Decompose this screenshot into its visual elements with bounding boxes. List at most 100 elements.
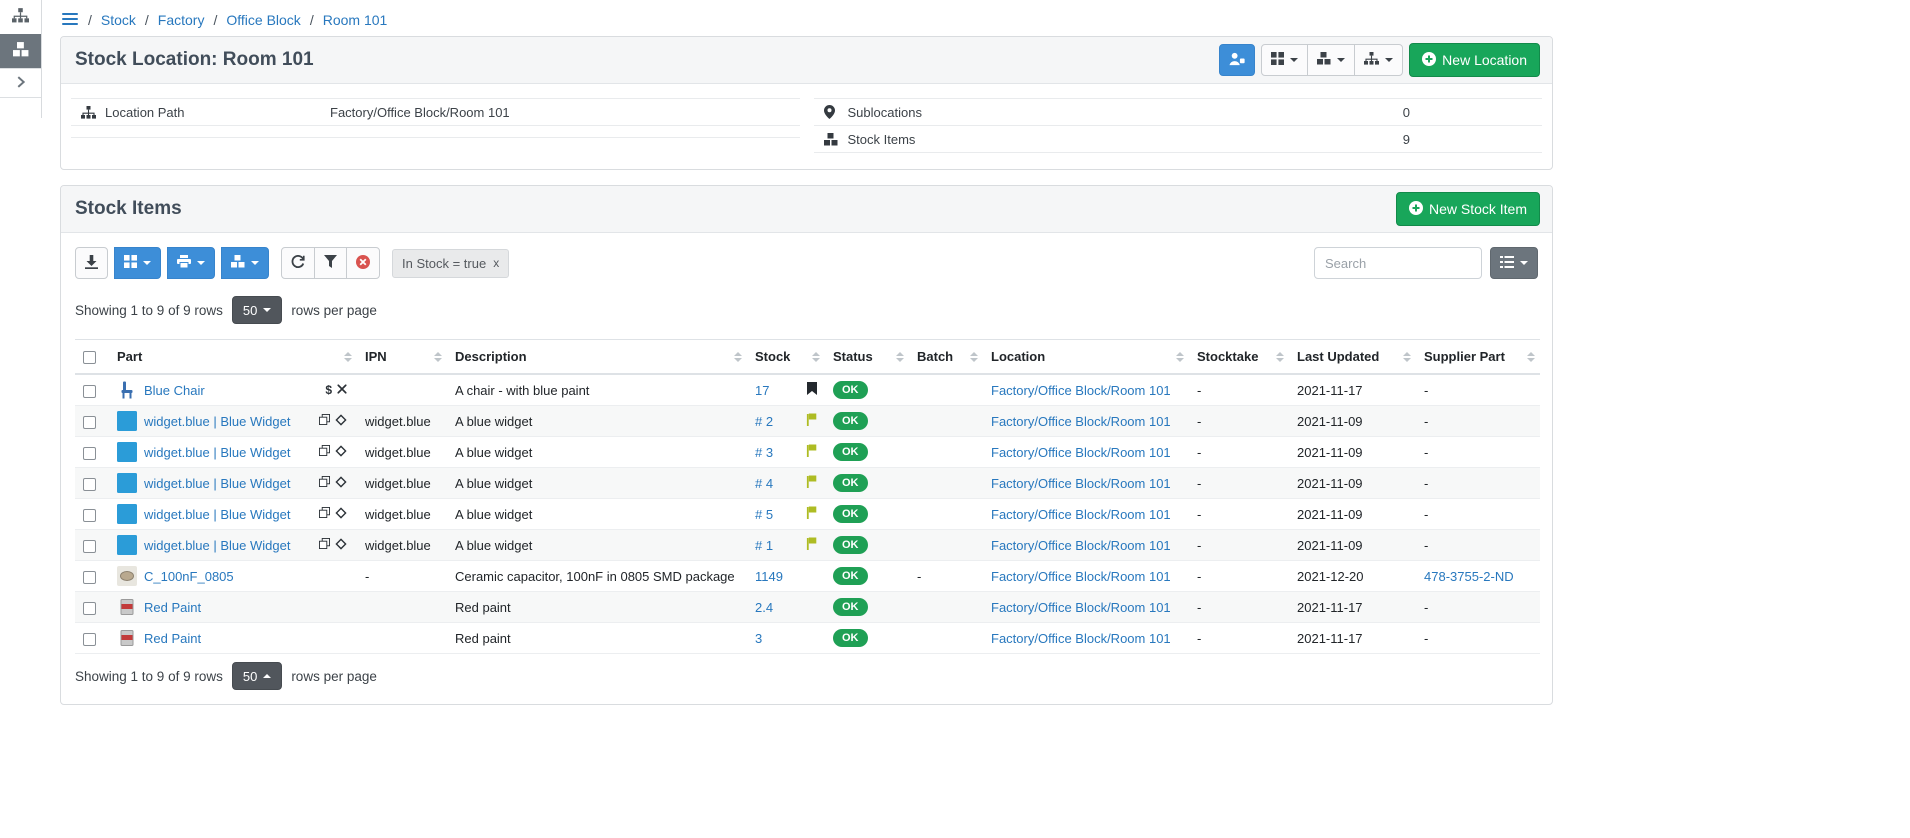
column-header-stock[interactable]: Stock — [747, 340, 825, 375]
breadcrumb-link[interactable]: Stock — [101, 12, 136, 28]
location-link[interactable]: Factory/Office Block/Room 101 — [991, 445, 1171, 460]
batch-cell — [909, 530, 983, 561]
part-thumbnail[interactable] — [117, 628, 137, 648]
stock-actions-button[interactable] — [1307, 44, 1355, 76]
part-thumbnail[interactable] — [117, 566, 137, 586]
search-input[interactable] — [1314, 247, 1482, 279]
copy-icon — [319, 414, 330, 428]
filter-button[interactable] — [314, 247, 347, 279]
row-checkbox[interactable] — [83, 447, 96, 460]
part-thumbnail[interactable] — [117, 411, 137, 431]
stock-link[interactable]: # 2 — [755, 414, 773, 429]
part-link[interactable]: widget.blue | Blue Widget — [144, 538, 290, 553]
stock-table-body: Blue Chair $ A chair - with blue paint 1… — [75, 374, 1540, 654]
location-link[interactable]: Factory/Office Block/Room 101 — [991, 383, 1171, 398]
part-link[interactable]: Red Paint — [144, 600, 201, 615]
page-size-dropdown[interactable]: 50 — [232, 296, 282, 324]
column-header-part[interactable]: Part — [109, 340, 357, 375]
breadcrumb-link[interactable]: Factory — [158, 12, 205, 28]
stock-link[interactable]: # 5 — [755, 507, 773, 522]
menu-toggle-button[interactable] — [62, 13, 78, 28]
admin-button[interactable] — [1219, 44, 1255, 76]
stock-link[interactable]: 17 — [755, 383, 769, 398]
supplier-cell[interactable]: 478-3755-2-ND — [1416, 561, 1540, 592]
location-link[interactable]: Factory/Office Block/Room 101 — [991, 569, 1171, 584]
copy-icon — [319, 507, 330, 521]
column-header-description[interactable]: Description — [447, 340, 747, 375]
stock-options-button[interactable] — [221, 247, 269, 279]
updated-cell: 2021-11-17 — [1289, 623, 1416, 654]
location-actions-button[interactable] — [1354, 44, 1403, 76]
column-label: Status — [833, 349, 873, 364]
column-header-ipn[interactable]: IPN — [357, 340, 447, 375]
part-link[interactable]: widget.blue | Blue Widget — [144, 414, 290, 429]
part-link[interactable]: widget.blue | Blue Widget — [144, 507, 290, 522]
column-header-status[interactable]: Status — [825, 340, 909, 375]
breadcrumb-separator: / — [310, 12, 314, 28]
barcode-actions-button[interactable] — [114, 247, 161, 279]
select-all-checkbox[interactable] — [83, 351, 96, 364]
part-thumbnail[interactable] — [117, 504, 137, 524]
part-thumbnail[interactable] — [117, 473, 137, 493]
page-size-dropdown[interactable]: 50 — [232, 662, 282, 690]
location-link[interactable]: Factory/Office Block/Room 101 — [991, 476, 1171, 491]
stock-link[interactable]: # 3 — [755, 445, 773, 460]
flag-icon — [806, 538, 817, 553]
sidebar-item-stock[interactable] — [0, 34, 41, 68]
stock-link[interactable]: 3 — [755, 631, 762, 646]
sort-icon — [434, 352, 442, 362]
part-thumbnail[interactable] — [117, 597, 137, 617]
part-link[interactable]: Red Paint — [144, 631, 201, 646]
updated-cell: 2021-12-20 — [1289, 561, 1416, 592]
new-stock-item-button[interactable]: New Stock Item — [1396, 192, 1540, 226]
flag-icon — [806, 414, 817, 429]
location-link[interactable]: Factory/Office Block/Room 101 — [991, 600, 1171, 615]
column-header-location[interactable]: Location — [983, 340, 1189, 375]
new-location-button[interactable]: New Location — [1409, 43, 1540, 77]
breadcrumb-link[interactable]: Office Block — [226, 12, 300, 28]
column-header-supplier-part[interactable]: Supplier Part — [1416, 340, 1540, 375]
filter-chip[interactable]: In Stock = true x — [392, 249, 509, 278]
row-checkbox[interactable] — [83, 385, 96, 398]
location-link[interactable]: Factory/Office Block/Room 101 — [991, 414, 1171, 429]
breadcrumb-link[interactable]: Room 101 — [323, 12, 388, 28]
part-thumbnail[interactable] — [117, 442, 137, 462]
stock-link[interactable]: 2.4 — [755, 600, 773, 615]
stock-link[interactable]: 1149 — [755, 569, 783, 584]
stock-link[interactable]: # 1 — [755, 538, 773, 553]
filter-chip-remove[interactable]: x — [493, 256, 499, 270]
location-link[interactable]: Factory/Office Block/Room 101 — [991, 507, 1171, 522]
print-actions-button[interactable] — [167, 247, 215, 279]
row-checkbox[interactable] — [83, 633, 96, 646]
sidebar-item-index[interactable] — [0, 0, 41, 34]
table-row: Red Paint Red paint 3 OK Factory/Office … — [75, 623, 1540, 654]
row-checkbox[interactable] — [83, 478, 96, 491]
part-thumbnail[interactable] — [117, 535, 137, 555]
row-checkbox[interactable] — [83, 602, 96, 615]
location-link[interactable]: Factory/Office Block/Room 101 — [991, 538, 1171, 553]
location-link[interactable]: Factory/Office Block/Room 101 — [991, 631, 1171, 646]
sidebar-expand-button[interactable] — [0, 68, 41, 98]
ipn-cell: widget.blue — [357, 437, 447, 468]
part-link[interactable]: widget.blue | Blue Widget — [144, 476, 290, 491]
part-link[interactable]: widget.blue | Blue Widget — [144, 445, 290, 460]
column-header-batch[interactable]: Batch — [909, 340, 983, 375]
column-header-last-updated[interactable]: Last Updated — [1289, 340, 1416, 375]
barcode-actions-button[interactable] — [1261, 44, 1308, 76]
refresh-button[interactable] — [281, 247, 315, 279]
rows-per-page-label: rows per page — [291, 669, 377, 684]
row-checkbox[interactable] — [83, 416, 96, 429]
row-checkbox[interactable] — [83, 571, 96, 584]
part-link[interactable]: C_100nF_0805 — [144, 569, 234, 584]
stock-link[interactable]: # 4 — [755, 476, 773, 491]
column-header-stocktake[interactable]: Stocktake — [1189, 340, 1289, 375]
table-row: Red Paint Red paint 2.4 OK Factory/Offic… — [75, 592, 1540, 623]
part-thumbnail[interactable] — [117, 380, 137, 400]
row-checkbox[interactable] — [83, 509, 96, 522]
download-button[interactable] — [75, 247, 108, 279]
column-header-select[interactable] — [75, 340, 109, 375]
view-toggle-button[interactable] — [1490, 247, 1538, 279]
clear-filters-button[interactable] — [346, 247, 380, 279]
row-checkbox[interactable] — [83, 540, 96, 553]
part-link[interactable]: Blue Chair — [144, 383, 205, 398]
